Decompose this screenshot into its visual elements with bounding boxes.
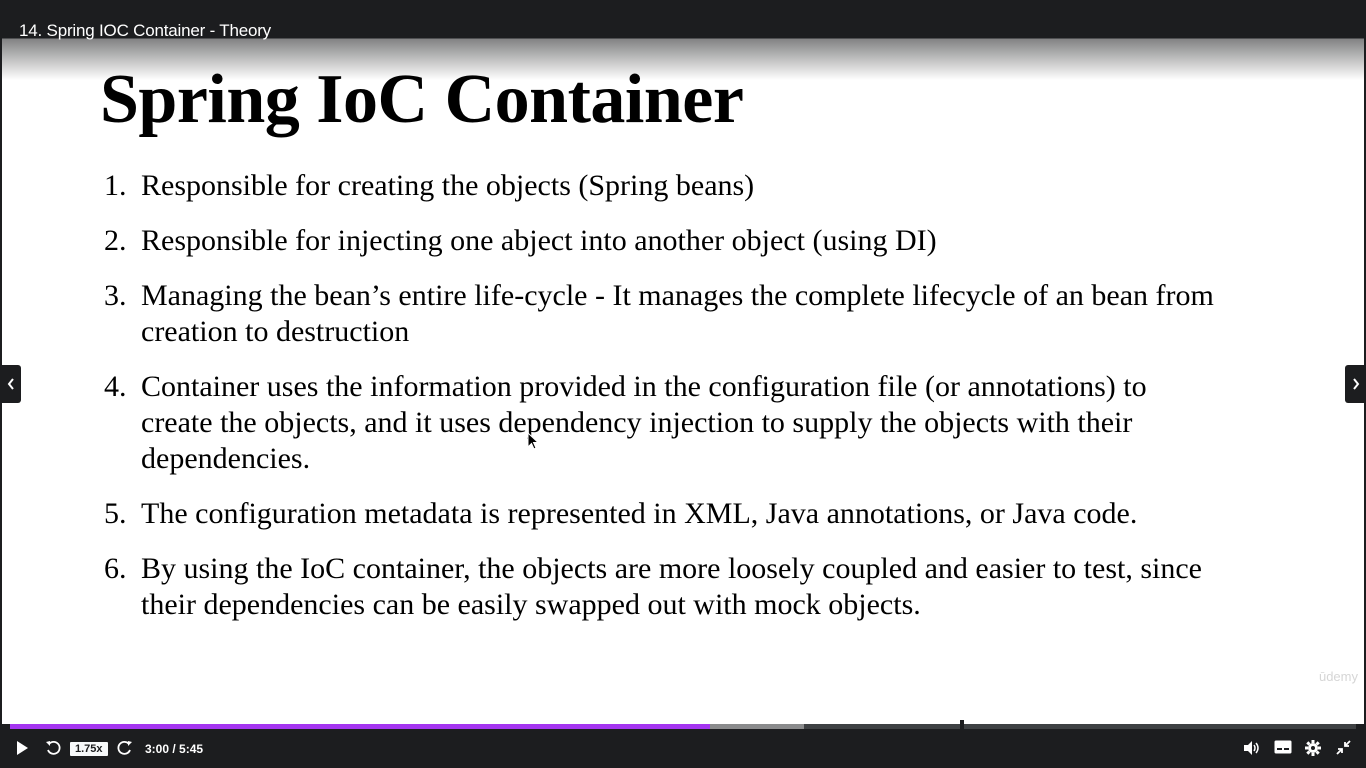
gear-icon xyxy=(1305,740,1321,756)
slide-point-number: 3. xyxy=(104,279,127,312)
slide-point: 6. By using the IoC container, the objec… xyxy=(104,551,1224,623)
exit-fullscreen-button[interactable] xyxy=(1336,740,1351,755)
slide-point-text: The configuration metadata is represente… xyxy=(141,497,1138,530)
slide-point-number: 2. xyxy=(104,224,127,257)
time-display: 3:00 / 5:45 xyxy=(145,742,204,756)
slide-heading: Spring IoC Container xyxy=(100,61,744,138)
control-bar: 1.75x 3:00 / 5:45 xyxy=(0,729,1366,768)
play-icon xyxy=(17,741,28,755)
slide-point: 2. Responsible for injecting one abject … xyxy=(104,223,1224,259)
slide-point-number: 6. xyxy=(104,552,127,585)
slide-point: 1. Responsible for creating the objects … xyxy=(104,168,1224,204)
video-title: 14. Spring IOC Container - Theory xyxy=(19,21,271,40)
rewind-5-icon xyxy=(46,740,61,755)
volume-icon xyxy=(1244,741,1259,755)
slide-point: 5. The configuration metadata is represe… xyxy=(104,496,1224,532)
slide-point-text: Container uses the information provided … xyxy=(141,370,1147,475)
chevron-left-icon xyxy=(7,378,14,390)
bookmark-marker[interactable] xyxy=(960,720,964,729)
playback-speed-button[interactable]: 1.75x xyxy=(70,742,108,756)
video-frame[interactable]: Spring IoC Container 1. Responsible for … xyxy=(2,38,1364,724)
captions-icon xyxy=(1274,740,1292,754)
forward-5-icon xyxy=(117,740,132,755)
slide-point-number: 4. xyxy=(104,370,127,403)
exit-fullscreen-icon xyxy=(1336,740,1351,755)
next-lecture-button[interactable] xyxy=(1345,365,1366,403)
slide-point-number: 1. xyxy=(104,169,127,202)
slide-point: 3. Managing the bean’s entire life-cycle… xyxy=(104,278,1224,350)
slide-point: 4. Container uses the information provid… xyxy=(104,369,1224,477)
mouse-cursor-icon xyxy=(527,432,540,450)
udemy-watermark: ūdemy xyxy=(1318,669,1358,684)
slide-point-number: 5. xyxy=(104,497,127,530)
captions-button[interactable] xyxy=(1274,740,1292,754)
slide-point-text: Responsible for injecting one abject int… xyxy=(141,224,937,257)
chevron-right-icon xyxy=(1352,378,1359,390)
slide-point-text: Responsible for creating the objects (Sp… xyxy=(141,169,755,202)
play-button[interactable] xyxy=(14,740,30,756)
rewind-button[interactable] xyxy=(45,740,61,756)
slide-point-list: 1. Responsible for creating the objects … xyxy=(104,168,1224,642)
previous-lecture-button[interactable] xyxy=(0,365,21,403)
settings-button[interactable] xyxy=(1305,740,1321,756)
slide-point-text: By using the IoC container, the objects … xyxy=(141,552,1202,621)
slide-point-text: Managing the bean’s entire life-cycle - … xyxy=(141,279,1214,348)
forward-button[interactable] xyxy=(117,740,133,756)
volume-button[interactable] xyxy=(1243,740,1261,756)
